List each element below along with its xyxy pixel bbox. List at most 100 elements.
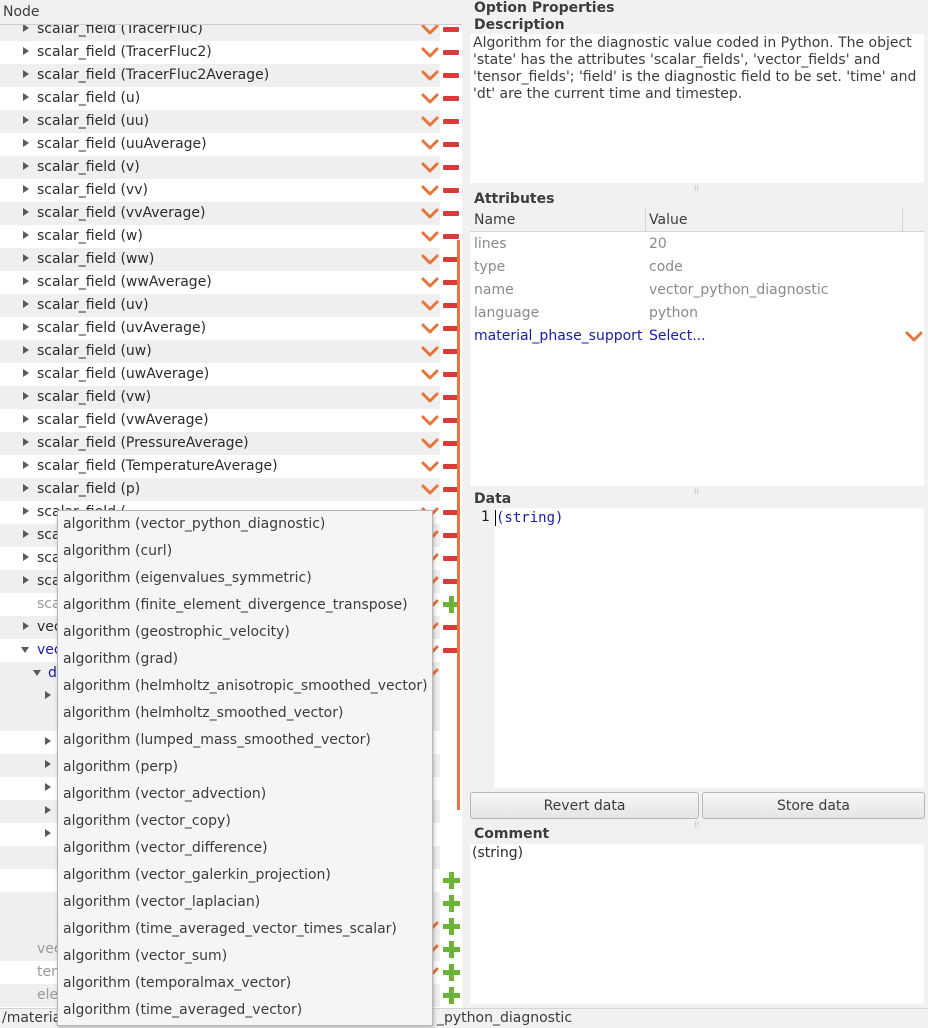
tree-scroll-indicator[interactable] — [457, 240, 460, 810]
expand-arrow-icon[interactable] — [23, 277, 29, 285]
attribute-row[interactable]: language python — [470, 302, 924, 325]
dropdown-option[interactable]: algorithm (time_averaged_vector) — [63, 997, 302, 1024]
tree-row[interactable]: scalar_field (uu) — [0, 110, 462, 133]
remove-icon[interactable] — [443, 234, 459, 239]
dropdown-option[interactable]: algorithm (perp) — [63, 754, 178, 781]
remove-icon[interactable] — [443, 27, 459, 32]
expand-arrow-icon[interactable] — [23, 415, 29, 423]
tree-column-header[interactable]: Node — [0, 0, 462, 25]
splitter-grip[interactable]: ⁞⁞ — [694, 487, 700, 496]
remove-icon[interactable] — [443, 142, 459, 147]
dropdown-option[interactable]: algorithm (curl) — [63, 538, 172, 565]
remove-icon[interactable] — [443, 211, 459, 216]
dropdown-option[interactable]: algorithm (geostrophic_velocity) — [63, 619, 290, 646]
dropdown-option[interactable]: algorithm (grad) — [63, 646, 178, 673]
revert-data-button[interactable]: Revert data — [470, 792, 699, 819]
chevron-down-icon[interactable] — [421, 321, 439, 337]
expand-arrow-icon[interactable] — [23, 208, 29, 216]
tree-row[interactable]: scalar_field (TracerFluc2) — [0, 41, 462, 64]
tree-row[interactable]: scalar_field (uw) — [0, 340, 462, 363]
remove-icon[interactable] — [443, 165, 459, 170]
attribute-row[interactable]: name vector_python_diagnostic — [470, 279, 924, 302]
expand-arrow-icon[interactable] — [23, 139, 29, 147]
chevron-down-icon[interactable] — [421, 68, 439, 84]
expand-arrow-icon[interactable] — [45, 760, 51, 768]
expand-arrow-icon[interactable] — [23, 47, 29, 55]
expand-arrow-icon[interactable] — [23, 507, 29, 515]
chevron-down-icon[interactable] — [421, 459, 439, 475]
remove-icon[interactable] — [443, 73, 459, 78]
expand-arrow-icon[interactable] — [23, 392, 29, 400]
tree-row[interactable]: scalar_field (ww) — [0, 248, 462, 271]
remove-icon[interactable] — [443, 50, 459, 55]
add-icon[interactable] — [443, 941, 460, 958]
remove-icon[interactable] — [443, 119, 459, 124]
remove-icon[interactable] — [443, 96, 459, 101]
tree-row[interactable]: scalar_field (TracerFluc2Average) — [0, 64, 462, 87]
tree-row[interactable]: scalar_field (vw) — [0, 386, 462, 409]
expand-arrow-icon[interactable] — [23, 93, 29, 101]
expand-arrow-icon[interactable] — [23, 185, 29, 193]
dropdown-option[interactable]: algorithm (finite_element_divergence_tra… — [63, 592, 408, 619]
expand-arrow-icon[interactable] — [45, 691, 51, 699]
expand-arrow-icon[interactable] — [23, 553, 29, 561]
expand-arrow-icon[interactable] — [23, 622, 29, 630]
expand-arrow-icon[interactable] — [45, 737, 51, 745]
attribute-row[interactable]: lines 20 — [470, 233, 924, 256]
comment-editor[interactable]: (string) — [470, 844, 924, 1004]
chevron-down-icon[interactable] — [421, 344, 439, 360]
splitter-grip[interactable]: ⁞⁞ — [694, 184, 700, 193]
tree-row[interactable]: scalar_field (u) — [0, 87, 462, 110]
attribute-row[interactable]: type code — [470, 256, 924, 279]
chevron-down-icon[interactable] — [905, 329, 923, 349]
add-icon[interactable] — [443, 964, 460, 981]
chevron-down-icon[interactable] — [421, 137, 439, 153]
chevron-down-icon[interactable] — [421, 413, 439, 429]
add-icon[interactable] — [443, 895, 460, 912]
chevron-down-icon[interactable] — [421, 45, 439, 61]
expand-arrow-icon[interactable] — [23, 24, 29, 32]
chevron-down-icon[interactable] — [421, 114, 439, 130]
dropdown-option[interactable]: algorithm (vector_sum) — [63, 943, 227, 970]
dropdown-option[interactable]: algorithm (vector_laplacian) — [63, 889, 260, 916]
chevron-down-icon[interactable] — [421, 482, 439, 498]
tree-row[interactable]: scalar_field (uvAverage) — [0, 317, 462, 340]
add-icon[interactable] — [443, 872, 460, 889]
column-value[interactable]: Value — [649, 212, 687, 228]
chevron-down-icon[interactable] — [421, 229, 439, 245]
tree-row[interactable]: scalar_field (w) — [0, 225, 462, 248]
tree-row[interactable]: scalar_field (wwAverage) — [0, 271, 462, 294]
data-editor-text[interactable]: (string) — [495, 510, 563, 526]
dropdown-option[interactable]: algorithm (lumped_mass_smoothed_vector) — [63, 727, 371, 754]
dropdown-option[interactable]: algorithm (vector_copy) — [63, 808, 231, 835]
expand-arrow-icon[interactable] — [23, 461, 29, 469]
dropdown-option[interactable]: algorithm (vector_galerkin_projection) — [63, 862, 331, 889]
chevron-down-icon[interactable] — [421, 91, 439, 107]
expand-arrow-icon[interactable] — [23, 346, 29, 354]
collapse-arrow-icon[interactable] — [33, 670, 41, 676]
tree-row[interactable]: scalar_field (PressureAverage) — [0, 432, 462, 455]
expand-arrow-icon[interactable] — [23, 231, 29, 239]
chevron-down-icon[interactable] — [421, 206, 439, 222]
tree-row[interactable]: scalar_field (TemperatureAverage) — [0, 455, 462, 478]
tree-row[interactable]: scalar_field (vwAverage) — [0, 409, 462, 432]
dropdown-option[interactable]: algorithm (vector_difference) — [63, 835, 268, 862]
expand-arrow-icon[interactable] — [23, 323, 29, 331]
attribute-value[interactable]: Select... — [649, 328, 706, 344]
expand-arrow-icon[interactable] — [23, 116, 29, 124]
tree-row[interactable]: scalar_field (vv) — [0, 179, 462, 202]
expand-arrow-icon[interactable] — [45, 829, 51, 837]
tree-row[interactable]: scalar_field (p) — [0, 478, 462, 501]
store-data-button[interactable]: Store data — [702, 792, 925, 819]
dropdown-option[interactable]: algorithm (helmholtz_anisotropic_smoothe… — [63, 673, 428, 700]
tree-row[interactable]: scalar_field (uv) — [0, 294, 462, 317]
attribute-row[interactable]: material_phase_support Select... — [470, 325, 924, 348]
expand-arrow-icon[interactable] — [45, 783, 51, 791]
chevron-down-icon[interactable] — [421, 183, 439, 199]
tree-row[interactable]: scalar_field (v) — [0, 156, 462, 179]
chevron-down-icon[interactable] — [421, 160, 439, 176]
add-icon[interactable] — [443, 987, 460, 1004]
chevron-down-icon[interactable] — [421, 436, 439, 452]
dropdown-option[interactable]: algorithm (helmholtz_smoothed_vector) — [63, 700, 343, 727]
comment-text[interactable]: (string) — [472, 845, 523, 861]
